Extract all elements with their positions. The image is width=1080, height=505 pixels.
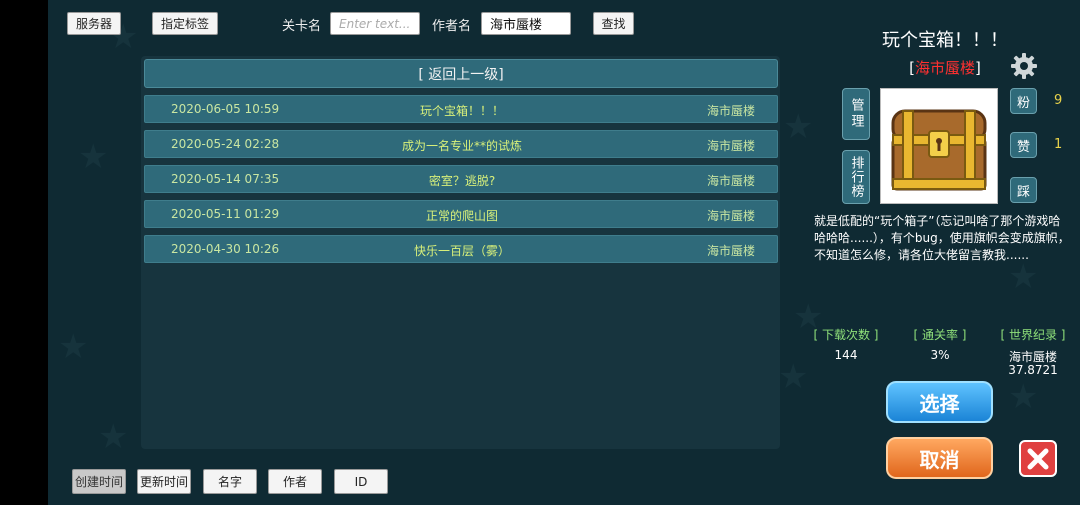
gear-icon[interactable] — [1011, 53, 1037, 79]
level-row[interactable]: 2020-06-05 10:59 玩个宝箱！！！ 海市蜃楼 — [144, 95, 778, 123]
level-author[interactable]: [海市蜃楼] — [810, 57, 1080, 78]
manage-label: 管理 — [848, 98, 864, 130]
level-row[interactable]: 2020-05-11 01:29 正常的爬山图 海市蜃楼 — [144, 200, 778, 228]
world-record-value: 37.8721 — [1008, 363, 1058, 377]
level-description: 就是低配的“玩个箱子”（忘记叫啥了那个游戏哈哈哈哈......），有个bug，使… — [814, 214, 1070, 262]
tag-filter-button[interactable]: 指定标签 — [152, 12, 218, 35]
clear-rate-value: 3% — [930, 348, 950, 362]
row-author: 海市蜃楼 — [706, 244, 755, 258]
star-decoration: ★ — [778, 357, 809, 397]
world-record-label: [ 世界纪录 ] — [1000, 328, 1066, 342]
row-author: 海市蜃楼 — [706, 104, 755, 118]
star-decoration: ★ — [58, 327, 89, 367]
star-decoration: ★ — [1008, 257, 1039, 297]
level-row[interactable]: 2020-05-14 07:35 密室？逃脱? 海市蜃楼 — [144, 165, 778, 193]
row-name: 玩个宝箱！！！ — [419, 104, 504, 118]
sort-id-button[interactable]: ID — [334, 469, 388, 494]
like-count: 1 — [1054, 137, 1063, 152]
close-button[interactable] — [1019, 440, 1057, 477]
row-name: 成为一名专业**的试炼 — [401, 139, 522, 153]
row-author: 海市蜃楼 — [706, 139, 755, 153]
manage-button[interactable]: 管理 — [842, 88, 870, 140]
clear-rate-label: [ 通关率 ] — [913, 328, 967, 342]
ranking-label: 排行榜 — [848, 156, 864, 198]
treasure-chest-icon — [891, 109, 987, 191]
select-button[interactable]: 选择 — [886, 381, 993, 423]
author-name-label: 作者名 — [432, 19, 472, 34]
level-row[interactable]: 2020-04-30 10:26 快乐一百层（雾） 海市蜃楼 — [144, 235, 778, 263]
level-name-input[interactable]: Enter text... — [330, 12, 420, 35]
back-to-parent-button[interactable]: [ 返回上一级] — [144, 59, 778, 88]
star-decoration: ★ — [78, 137, 109, 177]
server-button[interactable]: 服务器 — [67, 12, 121, 35]
sort-author-button[interactable]: 作者 — [268, 469, 322, 494]
search-button[interactable]: 查找 — [593, 12, 634, 35]
close-icon — [1027, 448, 1049, 469]
fans-button[interactable]: 粉 — [1010, 88, 1037, 114]
author-name: 海市蜃楼 — [914, 59, 975, 77]
star-decoration: ★ — [783, 107, 814, 147]
author-bracket-close: ] — [975, 59, 981, 77]
level-name-label: 关卡名 — [282, 19, 322, 34]
level-thumbnail — [880, 88, 998, 204]
row-author: 海市蜃楼 — [706, 209, 755, 223]
star-decoration: ★ — [98, 417, 129, 457]
downloads-label: [ 下载次数 ] — [813, 328, 879, 342]
sort-name-button[interactable]: 名字 — [203, 469, 257, 494]
level-title: 玩个宝箱！！！ — [882, 30, 1008, 51]
level-row[interactable]: 2020-05-24 02:28 成为一名专业**的试炼 海市蜃楼 — [144, 130, 778, 158]
sort-updated-button[interactable]: 更新时间 — [137, 469, 191, 494]
row-author: 海市蜃楼 — [706, 174, 755, 188]
row-name: 密室？逃脱? — [428, 174, 496, 188]
star-decoration: ★ — [1008, 377, 1039, 417]
dislike-button[interactable]: 踩 — [1010, 177, 1037, 203]
downloads-value: 144 — [834, 348, 858, 362]
sort-created-button[interactable]: 创建时间 — [72, 469, 126, 494]
row-name: 正常的爬山图 — [425, 209, 498, 223]
ranking-button[interactable]: 排行榜 — [842, 150, 870, 204]
fans-count: 9 — [1054, 93, 1063, 108]
cancel-button[interactable]: 取消 — [886, 437, 993, 479]
author-name-input[interactable]: 海市蜃楼 — [481, 12, 571, 35]
row-name: 快乐一百层（雾） — [413, 244, 510, 258]
like-button[interactable]: 赞 — [1010, 132, 1037, 158]
